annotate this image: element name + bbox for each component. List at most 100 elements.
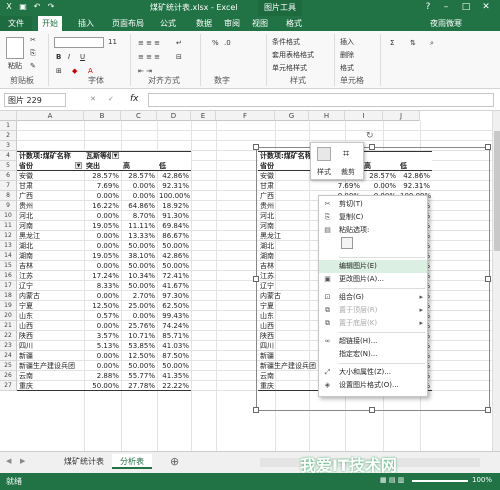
autosum-icon[interactable]: Σ — [390, 39, 394, 47]
percent-icon[interactable]: % — [212, 39, 219, 47]
row-header[interactable]: 16 — [0, 271, 17, 281]
row-header[interactable]: 12 — [0, 231, 17, 241]
resize-handle[interactable] — [253, 144, 259, 150]
sort-filter-icon[interactable]: ⇅ — [410, 39, 416, 47]
context-menu-item[interactable]: ⎘ 复制(C) — [319, 211, 427, 224]
row-header[interactable]: 9 — [0, 201, 17, 211]
vertical-scrollbar[interactable] — [492, 111, 500, 451]
column-header[interactable]: H — [309, 111, 345, 121]
context-menu-item[interactable]: ✂ 剪切(T) — [319, 198, 427, 211]
tab-formulas[interactable]: 公式 — [160, 18, 176, 29]
row-header[interactable]: 7 — [0, 181, 17, 191]
row-header[interactable]: 8 — [0, 191, 17, 201]
pivot-cell[interactable]: 黑龙江 — [17, 231, 84, 241]
format-as-table-button[interactable]: 套用表格格式 — [272, 50, 314, 60]
pivot-cell[interactable]: 新疆 — [17, 351, 84, 361]
redo-icon[interactable]: ↷ — [46, 2, 56, 12]
pivot-cell[interactable]: 重庆 — [17, 381, 84, 391]
pivot-cell[interactable]: 广西 — [17, 191, 84, 201]
formula-input[interactable] — [148, 93, 494, 107]
row-header[interactable]: 19 — [0, 301, 17, 311]
insert-function-icon[interactable]: fx — [130, 94, 139, 104]
pivot-cell[interactable]: 安徽 — [17, 171, 84, 181]
help-icon[interactable]: ? — [420, 1, 436, 14]
conditional-format-button[interactable]: 条件格式 — [272, 37, 300, 47]
pivot-cell[interactable]: 湖北 — [17, 241, 84, 251]
pivot-cell[interactable]: 吉林 — [17, 261, 84, 271]
column-header[interactable]: A — [17, 111, 84, 121]
tab-page-layout[interactable]: 页面布局 — [112, 18, 144, 29]
row-header[interactable]: 15 — [0, 261, 17, 271]
pivot-cell[interactable]: 甘肃 — [17, 181, 84, 191]
cell-styles-button[interactable]: 单元格样式 — [272, 63, 307, 73]
pivot-cell[interactable]: 湖南 — [17, 251, 84, 261]
pivot-cell[interactable]: 陕西 — [17, 331, 84, 341]
column-header[interactable]: J — [383, 111, 420, 121]
tab-review[interactable]: 审阅 — [224, 18, 240, 29]
row-header[interactable]: 4 — [0, 151, 17, 161]
column-header[interactable]: G — [275, 111, 309, 121]
close-button[interactable]: ✕ — [478, 1, 494, 14]
wrap-text-icon[interactable]: ↵ — [176, 39, 182, 47]
number-format-icon[interactable]: .0 — [224, 39, 231, 47]
row-header[interactable]: 20 — [0, 311, 17, 321]
minimize-button[interactable]: – — [438, 1, 454, 14]
pivot-cell[interactable]: 河南 — [17, 221, 84, 231]
pivot-cell[interactable]: 山东 — [17, 311, 84, 321]
tab-home[interactable]: 开始 — [38, 16, 62, 31]
maximize-button[interactable]: □ — [458, 1, 474, 14]
row-header[interactable]: 27 — [0, 381, 17, 391]
column-header[interactable]: B — [84, 111, 121, 121]
row-header[interactable]: 1 — [0, 121, 17, 131]
column-filter-dropdown[interactable]: ▼ — [112, 152, 119, 159]
sheet-prev-icon[interactable]: ◀ — [6, 457, 11, 465]
align-left-icon[interactable]: ≡ ≡ ≡ — [138, 53, 160, 61]
row-header[interactable]: 13 — [0, 241, 17, 251]
row-header[interactable]: 18 — [0, 291, 17, 301]
zoom-slider[interactable] — [412, 480, 468, 482]
resize-handle[interactable] — [253, 407, 259, 413]
user-name[interactable]: 夜雨微寒 — [430, 18, 462, 29]
undo-icon[interactable]: ↶ — [32, 2, 42, 12]
indent-icon[interactable]: ⇤ ⇥ — [138, 67, 152, 75]
find-icon[interactable]: ⌕ — [430, 39, 434, 48]
crop-button[interactable]: 裁剪 — [341, 167, 355, 177]
tab-data[interactable]: 数据 — [196, 18, 212, 29]
cut-icon[interactable]: ✂ — [30, 36, 36, 44]
context-menu-item[interactable]: ⊡ 组合(G) ▸ — [319, 291, 427, 304]
context-menu-item[interactable]: ▤ 粘贴选项: — [319, 224, 427, 237]
enter-icon[interactable]: ✓ — [108, 95, 114, 103]
rotate-handle-icon[interactable]: ↻ — [366, 131, 376, 141]
column-header[interactable]: F — [216, 111, 275, 121]
context-menu-item[interactable]: 编辑图片(E) — [319, 260, 427, 273]
column-header[interactable]: D — [157, 111, 191, 121]
row-header[interactable]: 2 — [0, 131, 17, 141]
style-button[interactable]: 样式 — [317, 167, 331, 177]
scroll-thumb[interactable] — [494, 131, 500, 251]
pivot-cell[interactable]: 山西 — [17, 321, 84, 331]
pivot-cell[interactable]: 江苏 — [17, 271, 84, 281]
bold-icon[interactable]: B — [56, 53, 61, 61]
name-box[interactable]: 图片 229 — [4, 93, 66, 107]
context-menu-item[interactable]: 指定宏(N)... — [319, 348, 427, 361]
column-header[interactable]: E — [191, 111, 216, 121]
pivot-cell[interactable]: 云南 — [17, 371, 84, 381]
sheet-tab-stats[interactable]: 煤矿统计表 — [56, 454, 112, 469]
resize-handle[interactable] — [485, 407, 491, 413]
row-header[interactable]: 11 — [0, 221, 17, 231]
sheet-tab-analysis[interactable]: 分析表 — [112, 454, 152, 469]
row-header[interactable]: 14 — [0, 251, 17, 261]
row-header[interactable]: 22 — [0, 331, 17, 341]
context-menu-item[interactable]: ◈ 设置图片格式(O)... — [319, 379, 427, 392]
row-header[interactable]: 3 — [0, 141, 17, 151]
border-icon[interactable]: ⊞ — [56, 67, 62, 75]
resize-handle[interactable] — [485, 276, 491, 282]
zoom-level[interactable]: 100% — [472, 476, 492, 484]
context-menu-item[interactable]: ⤢ 大小和属性(Z)... — [319, 366, 427, 379]
format-cells-button[interactable]: 格式 — [340, 63, 354, 73]
column-header[interactable]: I — [345, 111, 383, 121]
underline-icon[interactable]: U — [80, 53, 85, 61]
pivot-cell[interactable]: 河北 — [17, 211, 84, 221]
pivot-cell[interactable]: 四川 — [17, 341, 84, 351]
pivot-cell[interactable]: 内蒙古 — [17, 291, 84, 301]
